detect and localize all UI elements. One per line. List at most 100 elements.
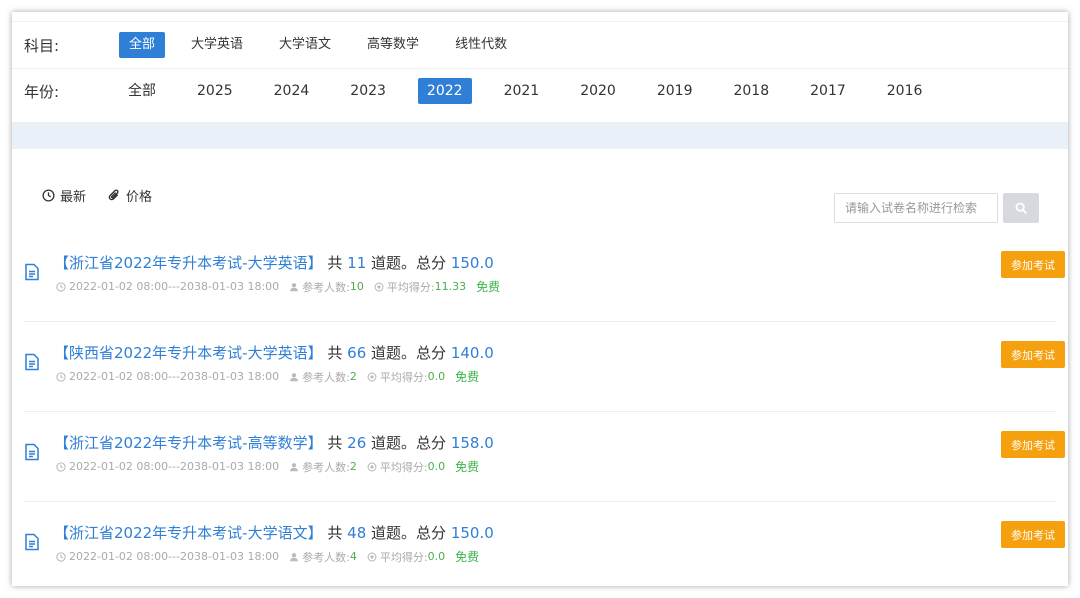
participants-count: 2 [349,370,357,383]
question-count: 11 [347,254,367,272]
year-filter-label: 年份: [24,82,60,101]
exam-list-item: 【浙江省2022年专升本考试-高等数学】 共 26 道题。总分 158.0 20… [24,411,1065,502]
join-exam-button[interactable]: 参加考试 [1001,521,1065,548]
subject-filter-row: 科目: 全部 大学英语 大学语文 高等数学 线性代数 [12,21,1068,69]
participants-label: 参考人数: [302,280,350,294]
question-count-prefix: 共 [327,524,343,542]
exam-title-link[interactable]: 【浙江省2022年专升本考试-大学语文】 [54,524,323,542]
question-count-suffix: 道题。总分 [371,524,447,542]
question-count: 66 [347,344,367,362]
exam-list-item: 【陕西省2022年专升本考试-大学英语】 共 66 道题。总分 140.0 20… [24,321,1065,412]
clock-icon [42,189,55,202]
question-count: 48 [347,524,367,542]
total-score: 150.0 [450,524,494,542]
average-score-label: 平均得分: [379,460,428,474]
document-icon [25,533,39,551]
year-option-2025[interactable]: 2025 [188,78,242,104]
target-icon [367,372,377,381]
year-option-2023[interactable]: 2023 [341,78,395,104]
document-icon [25,443,39,461]
exam-time-range: 2022-01-02 08:00---2038-01-03 18:00 [69,550,280,563]
sort-price-label: 价格 [126,190,153,205]
subject-option-college-english[interactable]: 大学英语 [181,32,253,58]
average-score: 11.33 [434,280,467,293]
price-badge: 免费 [455,460,480,474]
join-exam-button[interactable]: 参加考试 [1001,341,1065,368]
exam-title-link[interactable]: 【陕西省2022年专升本考试-大学英语】 [54,344,323,362]
subject-option-college-chinese[interactable]: 大学语文 [269,32,341,58]
exam-time-range: 2022-01-02 08:00---2038-01-03 18:00 [69,460,280,473]
sort-price[interactable]: 价格 [108,186,152,205]
document-icon [25,263,39,281]
exam-meta: 2022-01-02 08:00---2038-01-03 18:00 参考人数… [56,458,479,475]
sort-newest[interactable]: 最新 [42,186,86,205]
clock-icon [56,371,66,382]
exam-meta: 2022-01-02 08:00---2038-01-03 18:00 参考人数… [56,278,500,295]
average-score: 0.0 [427,550,446,563]
user-icon [290,282,299,291]
sort-newest-label: 最新 [60,190,87,205]
question-count-prefix: 共 [327,254,343,272]
price-badge: 免费 [455,550,480,564]
year-option-2018[interactable]: 2018 [724,78,778,104]
participants-label: 参考人数: [302,460,350,474]
question-count-prefix: 共 [327,434,343,452]
participants-count: 10 [349,280,364,293]
subject-option-all[interactable]: 全部 [119,32,166,58]
target-icon [367,462,377,471]
year-option-2019[interactable]: 2019 [648,78,702,104]
exam-time-range: 2022-01-02 08:00---2038-01-03 18:00 [69,280,280,293]
participants-count: 4 [349,550,357,563]
user-icon [290,552,299,561]
clock-icon [56,281,66,292]
question-count-suffix: 道题。总分 [371,254,447,272]
year-option-all[interactable]: 全部 [119,78,165,104]
year-option-2021[interactable]: 2021 [495,78,549,104]
total-score: 140.0 [450,344,494,362]
question-count-suffix: 道题。总分 [371,344,447,362]
exam-list-item: 【浙江省2022年专升本考试-大学英语】 共 11 道题。总分 150.0 20… [24,231,1065,322]
document-icon [25,353,39,371]
average-score-label: 平均得分: [379,550,428,564]
year-option-2017[interactable]: 2017 [801,78,855,104]
question-count-prefix: 共 [327,344,343,362]
average-score-label: 平均得分: [386,280,435,294]
participants-label: 参考人数: [302,370,350,384]
target-icon [367,552,377,561]
year-option-2016[interactable]: 2016 [878,78,932,104]
average-score: 0.0 [427,370,446,383]
average-score-label: 平均得分: [379,370,428,384]
clock-icon [56,461,66,472]
exam-search-input[interactable] [834,193,998,223]
exam-time-range: 2022-01-02 08:00---2038-01-03 18:00 [69,370,280,383]
average-score: 0.0 [427,460,446,473]
year-option-2022[interactable]: 2022 [417,78,472,104]
total-score: 150.0 [450,254,494,272]
subject-option-linear-algebra[interactable]: 线性代数 [445,32,517,58]
exam-title-line: 【浙江省2022年专升本考试-高等数学】 共 26 道题。总分 158.0 [54,432,494,453]
join-exam-button[interactable]: 参加考试 [1001,431,1065,458]
price-badge: 免费 [455,370,480,384]
exam-title-link[interactable]: 【浙江省2022年专升本考试-大学英语】 [54,254,323,272]
exam-meta: 2022-01-02 08:00---2038-01-03 18:00 参考人数… [56,368,479,385]
question-count-suffix: 道题。总分 [371,434,447,452]
year-option-2024[interactable]: 2024 [265,78,319,104]
exam-list-panel: 科目: 全部 大学英语 大学语文 高等数学 线性代数 年份: 全部 2025 2… [12,12,1068,586]
exam-meta: 2022-01-02 08:00---2038-01-03 18:00 参考人数… [56,548,479,565]
paperclip-icon [108,189,119,201]
user-icon [290,462,299,471]
participants-label: 参考人数: [302,550,350,564]
user-icon [290,372,299,381]
subject-filter-label: 科目: [24,36,60,55]
join-exam-button[interactable]: 参加考试 [1001,251,1065,278]
exam-title-line: 【陕西省2022年专升本考试-大学英语】 共 66 道题。总分 140.0 [54,342,494,363]
search-icon [1015,202,1027,214]
year-filter-row: 年份: 全部 2025 2024 2023 2022 2021 2020 201… [12,68,1068,114]
search-button[interactable] [1003,193,1039,223]
subject-option-advanced-math[interactable]: 高等数学 [357,32,429,58]
exam-title-line: 【浙江省2022年专升本考试-大学语文】 共 48 道题。总分 150.0 [54,522,494,543]
year-option-2020[interactable]: 2020 [571,78,625,104]
exam-list-item: 【浙江省2022年专升本考试-大学语文】 共 48 道题。总分 150.0 20… [24,501,1065,586]
exam-title-link[interactable]: 【浙江省2022年专升本考试-高等数学】 [54,434,323,452]
question-count: 26 [347,434,367,452]
